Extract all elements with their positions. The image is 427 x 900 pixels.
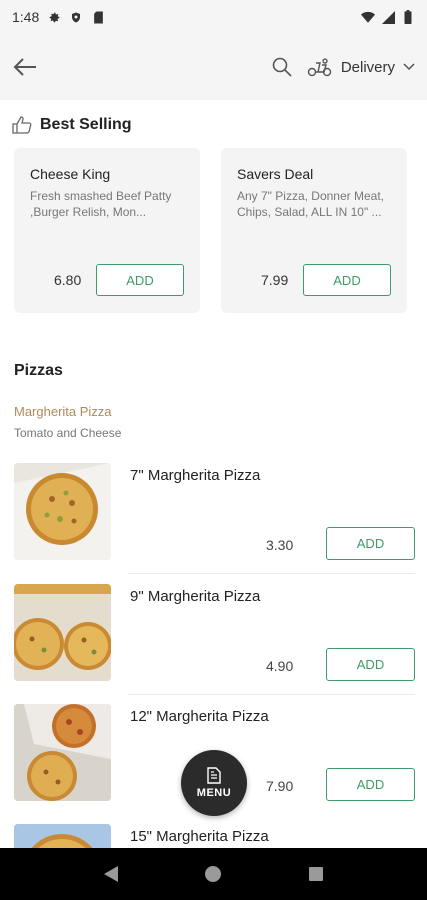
app-header: Delivery	[0, 34, 427, 100]
pizza-image	[14, 824, 111, 848]
search-icon	[272, 57, 292, 77]
item-name: 9" Margherita Pizza	[130, 588, 261, 605]
best-selling-card[interactable]: Cheese King Fresh smashed Beef Patty ,Bu…	[14, 148, 200, 313]
card-description: Fresh smashed Beef Patty ,Burger Relish,…	[30, 189, 172, 219]
nav-home-button[interactable]	[198, 859, 228, 889]
divider	[128, 694, 415, 695]
add-button[interactable]: ADD	[96, 264, 184, 296]
arrow-left-icon	[13, 58, 36, 76]
add-button[interactable]: ADD	[326, 768, 415, 801]
shield-icon	[69, 10, 83, 24]
pizza-image	[14, 704, 111, 801]
item-price: 4.90	[266, 658, 294, 674]
nav-recents-button[interactable]	[301, 859, 331, 889]
divider	[128, 573, 415, 574]
delivery-scooter-icon	[307, 58, 332, 77]
menu-button[interactable]: MENU	[181, 750, 247, 816]
status-time: 1:48	[12, 9, 40, 25]
item-name: 7" Margherita Pizza	[130, 467, 261, 484]
best-selling-card[interactable]: Savers Deal Any 7" Pizza, Donner Meat, C…	[221, 148, 407, 313]
menu-item[interactable]: 7" Margherita Pizza 3.30 ADD	[0, 463, 427, 581]
subcategory-description: Tomato and Cheese	[14, 426, 122, 440]
system-nav-bar	[0, 848, 427, 900]
circle-home-icon	[205, 866, 222, 882]
pizza-image	[14, 463, 111, 560]
add-button[interactable]: ADD	[326, 527, 415, 560]
card-title: Cheese King	[30, 166, 111, 182]
triangle-back-icon	[104, 866, 119, 882]
wifi-icon	[361, 10, 375, 24]
square-recents-icon	[308, 867, 323, 881]
signal-icon	[381, 10, 395, 24]
card-title: Savers Deal	[237, 166, 314, 182]
best-selling-title: Best Selling	[40, 116, 132, 133]
item-name: 15" Margherita Pizza	[130, 828, 269, 845]
thumbs-up-icon	[12, 116, 32, 134]
settings-icon	[47, 10, 61, 24]
add-button[interactable]: ADD	[303, 264, 391, 296]
subcategory-title: Margherita Pizza	[14, 404, 112, 419]
menu-label: MENU	[196, 787, 232, 799]
pizza-image	[14, 584, 111, 681]
item-name: 12" Margherita Pizza	[130, 708, 269, 725]
battery-icon	[401, 10, 415, 24]
delivery-mode-dropdown[interactable]: Delivery	[307, 57, 415, 77]
document-icon	[207, 767, 221, 784]
status-bar: 1:48	[0, 0, 427, 34]
item-price: 7.90	[266, 778, 294, 794]
search-button[interactable]	[271, 56, 293, 78]
item-price: 3.30	[266, 537, 294, 553]
back-button[interactable]	[12, 54, 38, 80]
delivery-label: Delivery	[340, 58, 395, 76]
add-button[interactable]: ADD	[326, 648, 415, 681]
card-price: 6.80	[54, 272, 82, 288]
card-description: Any 7" Pizza, Donner Meat, Chips, Salad,…	[237, 189, 384, 219]
card-price: 7.99	[261, 272, 289, 288]
menu-item[interactable]: 15" Margherita Pizza	[0, 824, 427, 848]
chevron-down-icon	[403, 63, 415, 71]
menu-item[interactable]: 9" Margherita Pizza 4.90 ADD	[0, 584, 427, 702]
category-title: Pizzas	[14, 362, 63, 379]
sd-card-icon	[91, 10, 105, 24]
nav-back-button[interactable]	[96, 859, 126, 889]
